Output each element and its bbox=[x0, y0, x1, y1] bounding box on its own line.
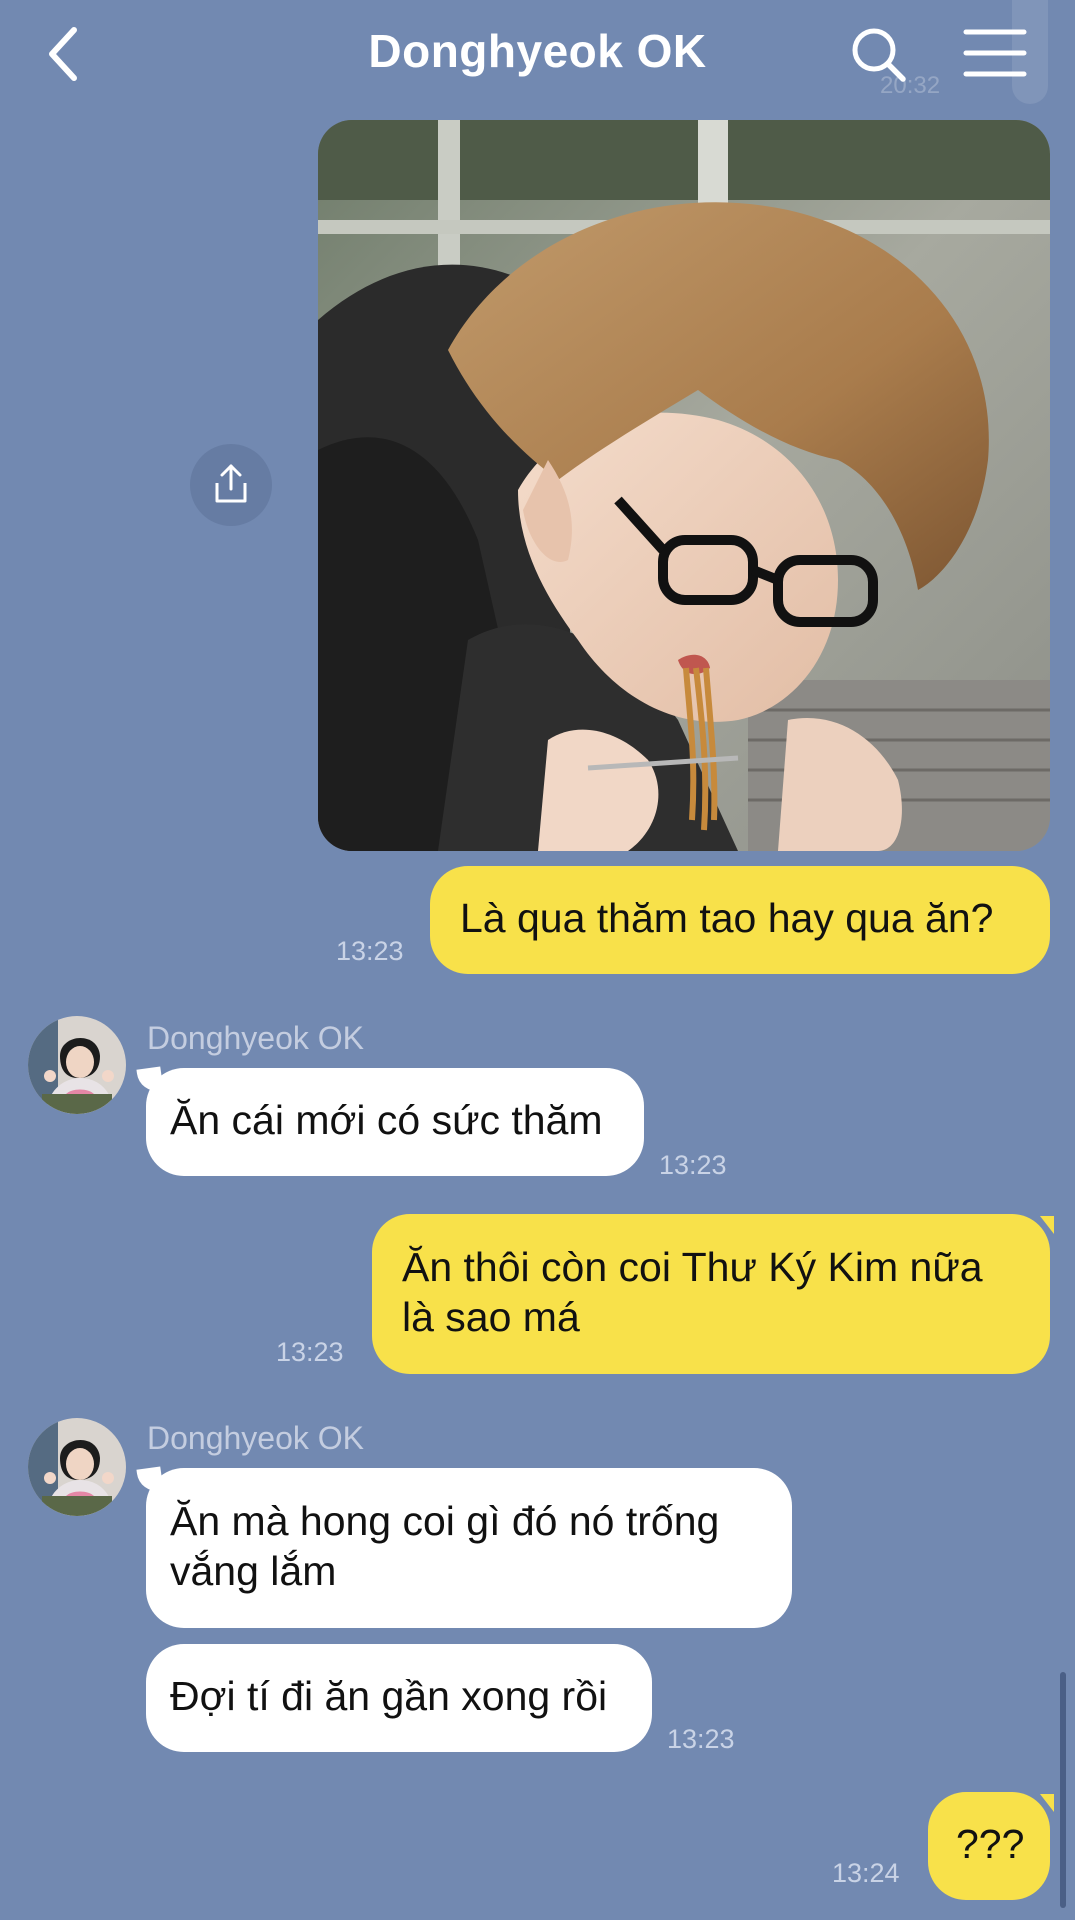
bubble-tail bbox=[1040, 1216, 1054, 1234]
sender-name: Donghyeok OK bbox=[147, 1020, 365, 1056]
message-text: Là qua thăm tao hay qua ăn? bbox=[460, 895, 994, 941]
message-text: ??? bbox=[956, 1821, 1025, 1867]
message-time: 13:23 bbox=[336, 936, 404, 966]
shared-photo[interactable] bbox=[318, 120, 1050, 851]
chat-title: Donghyeok OK bbox=[368, 25, 707, 77]
message-time: 13:23 bbox=[276, 1337, 344, 1367]
message-time: 13:24 bbox=[832, 1858, 900, 1888]
avatar-image bbox=[28, 1016, 126, 1114]
message-text: Ăn thôi còn coi Thư Ký Kim nữa là sao má bbox=[402, 1244, 983, 1340]
sent-message-bubble[interactable]: Là qua thăm tao hay qua ăn? bbox=[430, 866, 1050, 974]
sent-message-bubble[interactable]: ??? bbox=[928, 1792, 1050, 1900]
menu-button[interactable] bbox=[962, 26, 1028, 80]
avatar[interactable] bbox=[28, 1418, 126, 1516]
avatar[interactable] bbox=[28, 1016, 126, 1114]
scrollbar[interactable] bbox=[1060, 1672, 1066, 1908]
message-text: Ăn mà hong coi gì đó nó trống vắng lắm bbox=[170, 1498, 720, 1594]
search-button[interactable] bbox=[848, 24, 910, 86]
share-icon bbox=[215, 464, 247, 503]
received-message-bubble[interactable]: Ăn cái mới có sức thăm bbox=[146, 1068, 644, 1176]
bubble-tail bbox=[1040, 1794, 1054, 1812]
message-time: 13:23 bbox=[667, 1724, 735, 1754]
photo-content bbox=[318, 120, 1050, 851]
message-text: Ăn cái mới có sức thăm bbox=[170, 1097, 603, 1143]
sender-name: Donghyeok OK bbox=[147, 1420, 365, 1456]
avatar-image bbox=[28, 1418, 126, 1516]
sent-message-bubble[interactable]: Ăn thôi còn coi Thư Ký Kim nữa là sao má bbox=[372, 1214, 1050, 1374]
hamburger-menu-icon bbox=[963, 29, 1027, 77]
message-time: 13:23 bbox=[659, 1150, 727, 1180]
received-message-bubble[interactable]: Đợi tí đi ăn gần xong rồi bbox=[146, 1644, 652, 1752]
chat-header: 20:32 Donghyeok OK bbox=[0, 0, 1075, 110]
share-button[interactable] bbox=[190, 444, 272, 526]
search-icon bbox=[852, 28, 906, 82]
received-message-bubble[interactable]: Ăn mà hong coi gì đó nó trống vắng lắm bbox=[146, 1468, 792, 1628]
message-text: Đợi tí đi ăn gần xong rồi bbox=[170, 1673, 608, 1719]
